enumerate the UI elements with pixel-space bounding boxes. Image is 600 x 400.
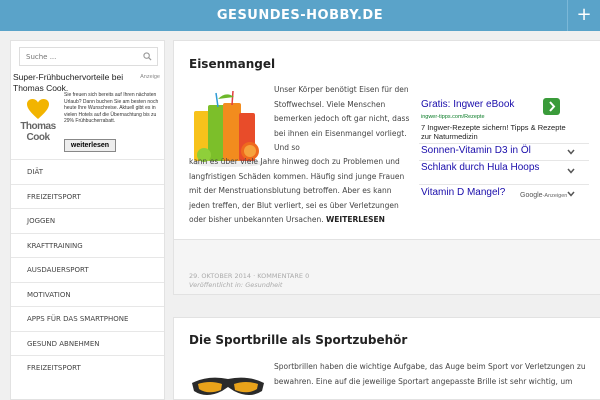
category-nav: DIÄT FREIZEITSPORT JOGGEN KRAFTTRAINING …	[11, 159, 164, 380]
google-ads-label[interactable]: Google-Anzeigen	[520, 192, 567, 199]
thomas-cook-logo-text: Thomas Cook	[20, 121, 56, 143]
ad-divider	[419, 160, 589, 161]
nav-item-krafttraining[interactable]: KRAFTTRAINING	[11, 232, 164, 258]
nav-item-apps[interactable]: APPS FÜR DAS SMARTPHONE	[11, 306, 164, 331]
post-category: Veröffentlicht in: Gesundheit	[189, 281, 283, 289]
ad-go-button[interactable]	[543, 98, 560, 115]
nav-item-freizeitsport-2[interactable]: FREIZEITSPORT	[11, 355, 164, 380]
ad-headline-hula-hoops[interactable]: Schlank durch Hula Hoops	[421, 162, 541, 173]
menu-toggle-button[interactable]: +	[567, 0, 600, 31]
search-input[interactable]	[20, 48, 140, 65]
ad-headline-vitamin-d3[interactable]: Sonnen-Vitamin D3 in Öl	[421, 145, 531, 156]
sidebar-ad-title[interactable]: Super-Frühbuchervorteile bei Thomas Cook…	[13, 72, 125, 94]
post-title[interactable]: Eisenmangel	[189, 57, 275, 71]
post-date-comments[interactable]: 29. OKTOBER 2014 · KOMMENTARE 0	[189, 272, 309, 280]
post-card-sportbrille: Die Sportbrille als Sportzubehör Sportbr…	[173, 317, 600, 400]
sidebar-ad-body: Sie freuen sich bereits auf Ihren nächst…	[64, 92, 159, 124]
ad-headline-vitamin-d-mangel[interactable]: Vitamin D Mangel?	[421, 187, 505, 198]
sidebar-ad-tag: Anzeige	[140, 74, 160, 80]
chevron-down-icon[interactable]	[566, 148, 576, 156]
sport-glasses-image[interactable]	[188, 371, 268, 400]
chevron-down-icon[interactable]	[566, 190, 576, 198]
nav-item-freizeitsport[interactable]: FREIZEITSPORT	[11, 183, 164, 209]
ad-headline-ingwer[interactable]: Gratis: Ingwer eBook	[421, 99, 514, 110]
thomas-cook-logo[interactable]: Thomas Cook	[16, 98, 60, 150]
sidebar: Super-Frühbuchervorteile bei Thomas Cook…	[10, 40, 165, 400]
search-icon[interactable]	[143, 52, 152, 61]
read-more-link[interactable]: WEITERLESEN	[326, 215, 385, 224]
chevron-down-icon[interactable]	[566, 167, 576, 175]
ad-desc-ingwer: 7 Ingwer-Rezepte sichern! Tipps & Rezept…	[421, 123, 566, 141]
nav-item-motivation[interactable]: MOTIVATION	[11, 281, 164, 307]
post-excerpt: Sportbrillen haben die wichtige Aufgabe,…	[274, 362, 586, 386]
search-box	[19, 47, 158, 66]
nav-item-diaet[interactable]: DIÄT	[11, 159, 164, 184]
sidebar-ad-button[interactable]: weiterlesen	[64, 139, 116, 152]
chevron-right-icon	[549, 101, 556, 112]
post-card-eisenmangel: Eisenmangel Unser Körper benötigt Eisen …	[173, 40, 600, 240]
post-title[interactable]: Die Sportbrille als Sportzubehör	[189, 333, 407, 347]
post-excerpt-top: Unser Körper benötigt Eisen für den Stof…	[274, 85, 410, 152]
heart-icon	[27, 99, 49, 119]
nav-item-ausdauersport[interactable]: AUSDAUERSPORT	[11, 257, 164, 282]
ad-divider	[419, 143, 589, 144]
post-meta: 29. OKTOBER 2014 · KOMMENTARE 0 Veröffen…	[173, 240, 600, 295]
nav-item-gesund-abnehmen[interactable]: GESUND ABNEHMEN	[11, 330, 164, 356]
site-title[interactable]: GESUNDES-HOBBY.DE	[0, 0, 600, 31]
nav-item-joggen[interactable]: JOGGEN	[11, 208, 164, 233]
ad-divider	[419, 184, 589, 185]
ad-url-ingwer[interactable]: ingwer-tipps.com/Rezepte	[421, 114, 485, 120]
category-link[interactable]: Gesundheit	[245, 281, 282, 289]
google-ad-block: Gratis: Ingwer eBook ingwer-tipps.com/Re…	[419, 95, 589, 227]
post-excerpt-bottom: kann es über viele Jahre hinweg doch zu …	[189, 157, 405, 224]
